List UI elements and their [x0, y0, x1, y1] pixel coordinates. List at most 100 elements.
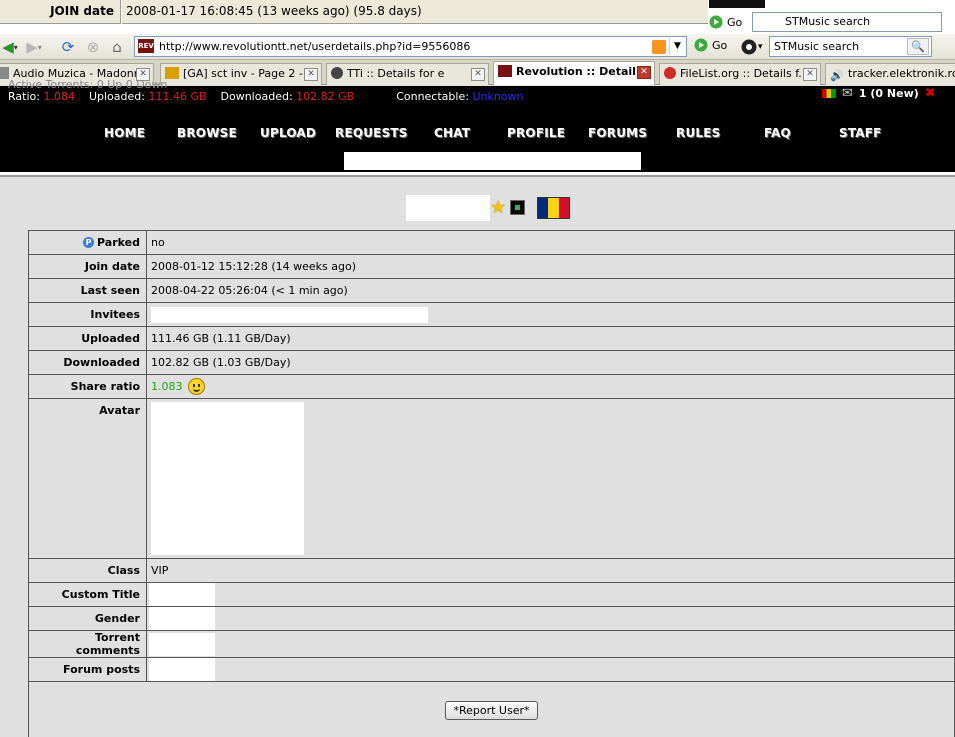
menu-staff[interactable]: STAFF	[839, 126, 882, 140]
parked-value: no	[146, 230, 955, 255]
active-torrents-line: Active Torrents: 0 Up 0 Down	[8, 78, 168, 91]
tab-favicon-icon	[498, 65, 512, 77]
invitees-label: Invitees	[28, 302, 147, 327]
messages-count[interactable]: 1 (0 New)	[859, 87, 919, 100]
search-text: STMusic search	[774, 40, 860, 53]
search-engine-selector[interactable]: ▾	[741, 38, 767, 56]
forward-arrow-icon: ▶	[26, 38, 38, 56]
header-separator	[0, 172, 955, 177]
tab-ga-sct[interactable]: [GA] sct inv - Page 2 - ... ✕	[160, 63, 322, 85]
tab-close-icon[interactable]: ✕	[803, 68, 817, 81]
stop-icon: ⊗	[86, 38, 100, 56]
menu-profile[interactable]: PROFILE	[507, 126, 565, 140]
search-field[interactable]: STMusic search 🔍	[769, 36, 932, 57]
table-row: P Parked no	[28, 230, 955, 255]
background-search-text: STMusic search	[785, 15, 871, 28]
logout-icon[interactable]: ✖	[925, 86, 936, 101]
share-ratio-label: Share ratio	[28, 374, 147, 399]
menu-forums[interactable]: FORUMS	[588, 126, 647, 140]
reload-button[interactable]: ⟳	[58, 37, 78, 57]
ratio-label: Ratio:	[8, 90, 40, 103]
downloaded-value: 102.82 GB	[296, 90, 355, 103]
torrent-comments-label: Torrent comments	[28, 630, 147, 658]
downloaded-value: 102.82 GB (1.03 GB/Day)	[146, 350, 955, 375]
home-icon: ⌂	[112, 38, 122, 56]
uploaded-value: 111.46 GB	[148, 90, 207, 103]
table-row: Custom Title	[28, 582, 955, 607]
forward-button[interactable]: ▶ ▾	[24, 37, 44, 57]
background-search-field[interactable]: STMusic search	[752, 12, 942, 32]
gender-value	[146, 606, 955, 631]
messages-area: ✉ 1 (0 New) ✖	[822, 86, 936, 101]
invitees-value	[146, 302, 955, 327]
menu-faq[interactable]: FAQ	[764, 126, 791, 140]
stop-button[interactable]: ⊗	[83, 37, 103, 57]
background-window: JOIN date 2008-01-17 16:08:45 (13 weeks …	[0, 0, 955, 34]
go-arrow-icon	[694, 38, 708, 52]
reload-icon: ⟳	[61, 38, 75, 56]
table-row: Class VIP	[28, 558, 955, 583]
tab-close-icon[interactable]: ✕	[471, 68, 485, 81]
tab-filelist-details[interactable]: FileList.org :: Details f... ✕	[659, 63, 821, 85]
share-ratio-value: 1.083	[151, 380, 183, 393]
tab-revolution-details[interactable]: Revolution :: Detail... ✕	[493, 61, 655, 85]
connectable-label: Connectable:	[396, 90, 469, 103]
table-row: Avatar	[28, 398, 955, 559]
search-engine-icon	[741, 39, 757, 55]
parked-icon: P	[83, 237, 95, 248]
menu-requests[interactable]: REQUESTS	[335, 126, 408, 140]
tab-label: Revolution :: Detail...	[516, 65, 649, 78]
background-row-label: JOIN date	[0, 0, 121, 24]
uploaded-value: 111.46 GB (1.11 GB/Day)	[146, 326, 955, 351]
tab-favicon-icon	[331, 67, 343, 79]
redacted-invitees	[151, 306, 428, 323]
ratio-value: 1.084	[43, 90, 75, 103]
uploaded-label: Uploaded	[28, 326, 147, 351]
join-date-value: 2008-01-12 15:12:28 (14 weeks ago)	[146, 254, 955, 279]
menu-rules[interactable]: RULES	[676, 126, 720, 140]
menu-upload[interactable]: UPLOAD	[260, 126, 316, 140]
table-row: Last seen 2008-04-22 05:26:04 (< 1 min a…	[28, 278, 955, 303]
search-icon[interactable]: 🔍	[907, 38, 929, 55]
flag-icon	[822, 89, 836, 98]
envelope-icon[interactable]: ✉	[842, 86, 853, 101]
tab-tti-details[interactable]: TTi :: Details for e ✕	[326, 63, 489, 85]
background-go-button[interactable]: Go	[709, 12, 742, 32]
table-row: *Report User*	[28, 681, 955, 737]
gender-label: Gender	[28, 606, 147, 631]
avatar-image	[151, 402, 304, 555]
background-row-value: 2008-01-17 16:08:45 (13 weeks ago) (95.8…	[122, 0, 708, 24]
user-stats-line: Active Torrents: 0 Up 0 Down Ratio: 1.08…	[8, 78, 524, 103]
class-label: Class	[28, 558, 147, 583]
report-cell: *Report User*	[28, 681, 955, 737]
tab-favicon-icon	[664, 67, 676, 79]
tab-tracker-elektronik[interactable]: 🔊 tracker.elektronik.ro ::	[825, 63, 955, 85]
parked-label-cell: P Parked	[28, 230, 147, 255]
back-button[interactable]: ◀ ▾	[0, 37, 20, 57]
table-row: Share ratio 1.083	[28, 374, 955, 399]
rss-feed-icon[interactable]	[652, 40, 666, 54]
parked-label: Parked	[97, 236, 140, 249]
go-button[interactable]: Go	[694, 38, 727, 52]
forum-posts-label: Forum posts	[28, 657, 147, 682]
speaker-icon: 🔊	[830, 69, 844, 82]
last-seen-value: 2008-04-22 05:26:04 (< 1 min ago)	[146, 278, 955, 303]
tab-close-icon[interactable]: ✕	[304, 68, 318, 81]
report-user-button[interactable]: *Report User*	[445, 700, 538, 720]
menu-browse[interactable]: BROWSE	[177, 126, 237, 140]
uploaded-label: Uploaded:	[88, 90, 145, 103]
tab-label: FileList.org :: Details f...	[680, 67, 809, 80]
address-dropdown-button[interactable]: ▼	[669, 38, 685, 55]
site-header: Active Torrents: 0 Up 0 Down Ratio: 1.08…	[0, 78, 955, 172]
background-go-label: Go	[727, 15, 743, 29]
avatar-label: Avatar	[28, 398, 147, 559]
menu-chat[interactable]: CHAT	[434, 126, 470, 140]
address-bar[interactable]: REV http://www.revolutiontt.net/userdeta…	[134, 36, 687, 57]
address-text: http://www.revolutiontt.net/userdetails.…	[159, 40, 471, 53]
menu-home[interactable]: HOME	[104, 126, 145, 140]
downloaded-label: Downloaded	[28, 350, 147, 375]
table-row: Invitees	[28, 302, 955, 327]
home-button[interactable]: ⌂	[107, 37, 127, 57]
redacted-gender	[149, 607, 215, 630]
tab-close-icon[interactable]: ✕	[637, 66, 651, 79]
